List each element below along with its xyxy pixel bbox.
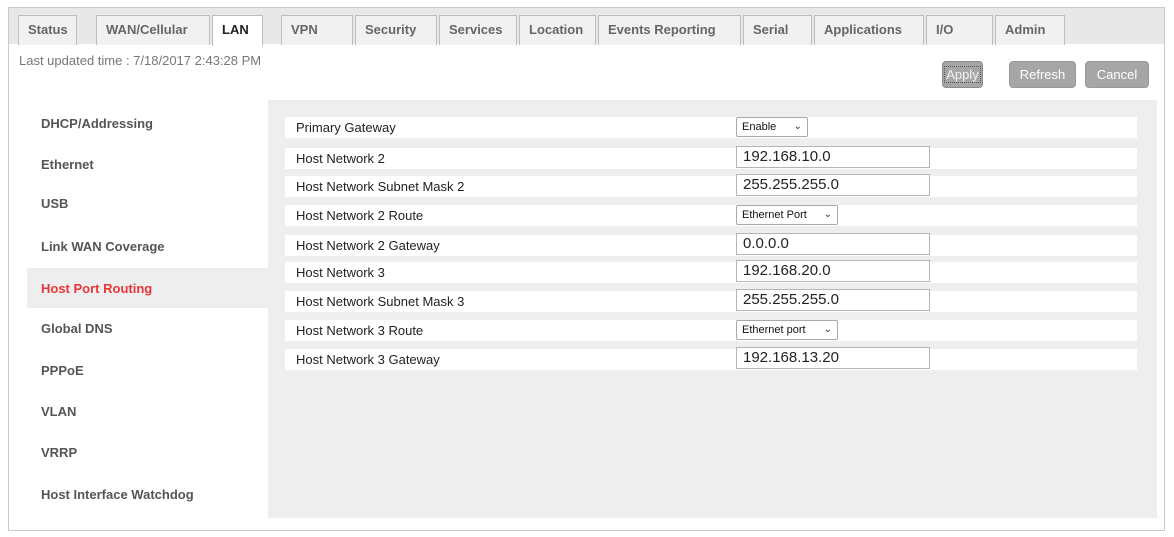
sidebar-item-vrrp[interactable]: VRRP: [27, 446, 268, 470]
host-network-2-gateway-input[interactable]: 0.0.0.0: [736, 233, 930, 255]
host-network-2-route-select[interactable]: Ethernet Port ⌄: [736, 205, 838, 225]
settings-row-host-network-3-gateway: Host Network 3 Gateway 192.168.13.20: [285, 347, 1137, 370]
tab-services[interactable]: Services: [439, 15, 517, 45]
settings-row-host-network-2-route: Host Network 2 Route Ethernet Port ⌄: [285, 205, 1137, 226]
sidebar-item-ethernet[interactable]: Ethernet: [27, 158, 268, 182]
tab-io[interactable]: I/O: [926, 15, 993, 45]
sidebar-item-host-interface-watchdog[interactable]: Host Interface Watchdog: [27, 488, 268, 512]
sidebar-item-dhcp-addressing[interactable]: DHCP/Addressing: [27, 117, 268, 141]
tab-applications[interactable]: Applications: [814, 15, 924, 45]
primary-gateway-select[interactable]: Enable ⌄: [736, 117, 808, 137]
top-nav-tabs: Status WAN/Cellular LAN VPN Security Ser…: [8, 7, 1165, 46]
cancel-button[interactable]: Cancel: [1085, 61, 1149, 88]
sidebar-item-usb[interactable]: USB: [27, 197, 268, 221]
host-network-subnet-mask-3-input[interactable]: 255.255.255.0: [736, 289, 930, 311]
select-value: Ethernet Port: [742, 209, 807, 221]
tab-location[interactable]: Location: [519, 15, 596, 45]
last-updated-time: Last updated time : 7/18/2017 2:43:28 PM: [19, 53, 262, 68]
host-network-subnet-mask-2-input[interactable]: 255.255.255.0: [736, 174, 930, 196]
settings-row-host-network-3-route: Host Network 3 Route Ethernet port ⌄: [285, 320, 1137, 341]
host-network-3-input[interactable]: 192.168.20.0: [736, 260, 930, 282]
tab-serial[interactable]: Serial: [743, 15, 812, 45]
sidebar-item-vlan[interactable]: VLAN: [27, 405, 268, 429]
tab-admin[interactable]: Admin: [995, 15, 1065, 45]
tab-wan-cellular[interactable]: WAN/Cellular: [96, 15, 210, 45]
tab-status[interactable]: Status: [18, 15, 77, 45]
sidebar-item-pppoe[interactable]: PPPoE: [27, 364, 268, 388]
refresh-button[interactable]: Refresh: [1009, 61, 1076, 88]
sidebar-item-link-wan-coverage[interactable]: Link WAN Coverage: [27, 240, 268, 264]
settings-row-label: Host Network Subnet Mask 3: [296, 294, 465, 309]
settings-row-host-network-subnet-mask-3: Host Network Subnet Mask 3 255.255.255.0: [285, 289, 1137, 312]
settings-row-label: Primary Gateway: [296, 120, 396, 135]
tab-security[interactable]: Security: [355, 15, 437, 45]
apply-button-label: Apply: [944, 66, 981, 83]
select-value: Ethernet port: [742, 324, 806, 336]
settings-row-host-network-2-gateway: Host Network 2 Gateway 0.0.0.0: [285, 233, 1137, 256]
settings-row-label: Host Network 2 Gateway: [296, 238, 440, 253]
select-value: Enable: [742, 121, 777, 133]
settings-row-host-network-2: Host Network 2 192.168.10.0: [285, 146, 1137, 169]
settings-row-host-network-subnet-mask-2: Host Network Subnet Mask 2 255.255.255.0: [285, 174, 1137, 197]
chevron-down-icon: ⌄: [793, 121, 802, 132]
settings-row-label: Host Network 3 Gateway: [296, 352, 440, 367]
tab-lan[interactable]: LAN: [212, 15, 263, 46]
tab-events-reporting[interactable]: Events Reporting: [598, 15, 741, 45]
host-network-3-route-select[interactable]: Ethernet port ⌄: [736, 320, 838, 340]
host-network-2-input[interactable]: 192.168.10.0: [736, 146, 930, 168]
sidebar-item-host-port-routing[interactable]: Host Port Routing: [27, 268, 268, 308]
settings-row-label: Host Network 3 Route: [296, 323, 424, 338]
settings-row-label: Host Network 3: [296, 265, 385, 280]
host-network-3-gateway-input[interactable]: 192.168.13.20: [736, 347, 930, 369]
settings-panel: Primary Gateway Enable ⌄ Host Network 2 …: [268, 100, 1157, 518]
settings-row-host-network-3: Host Network 3 192.168.20.0: [285, 260, 1137, 283]
apply-button[interactable]: Apply: [942, 61, 983, 88]
sidebar-item-global-dns[interactable]: Global DNS: [27, 322, 268, 346]
settings-row-label: Host Network Subnet Mask 2: [296, 179, 465, 194]
settings-row-primary-gateway: Primary Gateway Enable ⌄: [285, 117, 1137, 138]
settings-row-label: Host Network 2: [296, 151, 385, 166]
chevron-down-icon: ⌄: [823, 324, 832, 335]
settings-row-label: Host Network 2 Route: [296, 208, 424, 223]
tab-vpn[interactable]: VPN: [281, 15, 353, 45]
chevron-down-icon: ⌄: [823, 209, 832, 220]
sidebar-nav: DHCP/Addressing Ethernet USB Link WAN Co…: [27, 100, 268, 518]
